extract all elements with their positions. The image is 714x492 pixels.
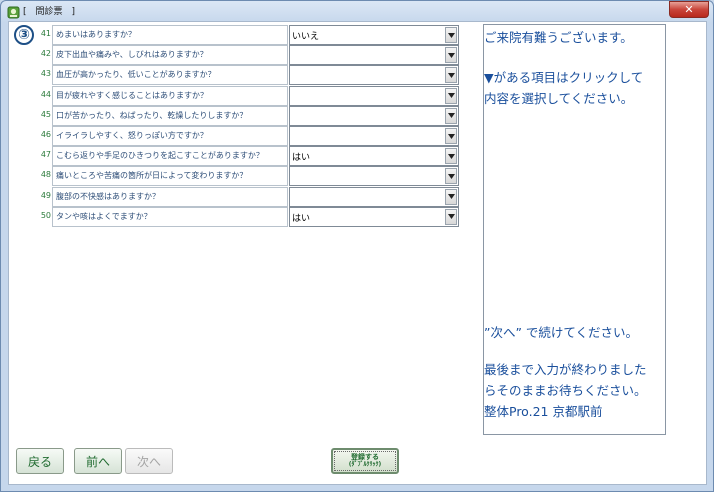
question-number: 43	[40, 69, 51, 79]
answer-select[interactable]	[289, 186, 459, 207]
answer-select[interactable]: はい	[289, 206, 459, 227]
chevron-down-icon[interactable]	[445, 168, 457, 185]
question-number: 50	[40, 210, 51, 220]
answer-select[interactable]	[289, 85, 459, 106]
question-number: 49	[40, 190, 51, 200]
question-text: めまいはありますか？	[52, 25, 288, 45]
question-row: 50 タンや咳はよくでますか？ はい	[35, 206, 459, 227]
info-finish-2: らそのままお待ちください。	[484, 383, 647, 398]
next-button[interactable]: 次へ	[125, 448, 173, 474]
question-number: 42	[40, 49, 51, 59]
answer-select[interactable]	[289, 105, 459, 126]
register-hint: (ﾀﾞﾌﾞﾙｸﾘｯｸ)	[348, 461, 382, 468]
question-number: 46	[40, 130, 51, 139]
answer-select[interactable]: はい	[289, 146, 459, 167]
chevron-down-icon[interactable]	[445, 27, 457, 43]
chevron-down-icon[interactable]	[445, 47, 457, 64]
answer-select[interactable]: いいえ	[289, 25, 459, 45]
answer-value: いいえ	[292, 32, 320, 42]
register-label: 登録する	[351, 453, 379, 461]
question-text: 口が苦かったり、ねばったり、乾燥したりしますか？	[52, 105, 288, 126]
info-instruction-1: ▼がある項目はクリックして	[484, 70, 644, 85]
question-text: こむら返りや手足のひきつりを起こすことがありますか？	[52, 146, 288, 167]
chevron-down-icon[interactable]	[445, 208, 457, 225]
question-text: イライラしやすく、怒りっぽい方ですか？	[52, 126, 288, 146]
question-row: 42 皮下出血や痛みや、しびれはありますか？	[35, 45, 459, 66]
chevron-down-icon[interactable]	[445, 87, 457, 104]
form-area: ③ 41 めまいはありますか？ いいえ 42 皮下出血や痛みや、しびれはありますか？ 43…	[8, 21, 707, 485]
question-number: 47	[40, 150, 51, 160]
answer-select[interactable]	[289, 65, 459, 86]
info-clinic-name: 整体Pro.21 京都駅前	[484, 404, 603, 419]
info-panel: ご来院有難うございます。 ▼がある項目はクリックして 内容を選択してください。 …	[483, 24, 666, 435]
info-next-hint: ”次へ” で続けてください。	[484, 325, 639, 340]
question-row: 43 血圧が高かったり、低いことがありますか？	[35, 65, 459, 86]
app-leaf-icon	[7, 4, 20, 19]
answer-select[interactable]	[289, 45, 459, 66]
answer-value: はい	[292, 153, 311, 164]
step-marker: ③	[14, 25, 34, 45]
question-row: 46 イライラしやすく、怒りっぽい方ですか？	[35, 126, 459, 146]
question-text: 目が疲れやすく感じることはありますか？	[52, 85, 288, 106]
info-greeting: ご来院有難うございます。	[484, 30, 633, 45]
question-text: タンや咳はよくでますか？	[52, 206, 288, 227]
info-finish-1: 最後まで入力が終わりました	[484, 362, 647, 377]
title-bar[interactable]: [ 問診票 ] ✕	[1, 1, 713, 21]
question-row: 44 目が疲れやすく感じることはありますか？	[35, 85, 459, 106]
question-row: 48 痛いところや苦痛の箇所が日によって変わりますか？	[35, 166, 459, 187]
question-text: 血圧が高かったり、低いことがありますか？	[52, 65, 288, 86]
question-number: 45	[40, 109, 51, 119]
question-row: 47 こむら返りや手足のひきつりを起こすことがありますか？ はい	[35, 146, 459, 167]
question-row: 45 口が苦かったり、ねばったり、乾燥したりしますか？	[35, 105, 459, 126]
answer-select[interactable]	[289, 166, 459, 187]
close-button[interactable]: ✕	[669, 1, 709, 18]
question-text: 痛いところや苦痛の箇所が日によって変わりますか？	[52, 166, 288, 187]
info-instruction-2: 内容を選択してください。	[484, 91, 634, 106]
app-window: [ 問診票 ] ✕ ③ 41 めまいはありますか？ いいえ 42 皮下出血や痛みや、しび…	[0, 0, 714, 492]
chevron-down-icon[interactable]	[445, 107, 457, 124]
answer-value: はい	[292, 213, 311, 224]
question-number: 48	[40, 170, 51, 180]
chevron-down-icon[interactable]	[445, 188, 457, 205]
back-button[interactable]: 戻る	[16, 448, 64, 474]
question-row: 41 めまいはありますか？ いいえ	[35, 25, 459, 45]
question-text: 皮下出血や痛みや、しびれはありますか？	[52, 45, 288, 66]
question-number: 41	[40, 29, 51, 38]
chevron-down-icon[interactable]	[445, 148, 457, 165]
question-text: 腹部の不快感はありますか？	[52, 186, 288, 207]
chevron-down-icon[interactable]	[445, 128, 457, 144]
answer-select[interactable]	[289, 126, 459, 146]
chevron-down-icon[interactable]	[445, 67, 457, 84]
register-button[interactable]: 登録する (ﾀﾞﾌﾞﾙｸﾘｯｸ)	[331, 448, 399, 474]
prev-button[interactable]: 前へ	[74, 448, 122, 474]
window-title: [ 問診票 ]	[23, 7, 76, 17]
question-row: 49 腹部の不快感はありますか？	[35, 186, 459, 207]
question-number: 44	[40, 89, 51, 99]
